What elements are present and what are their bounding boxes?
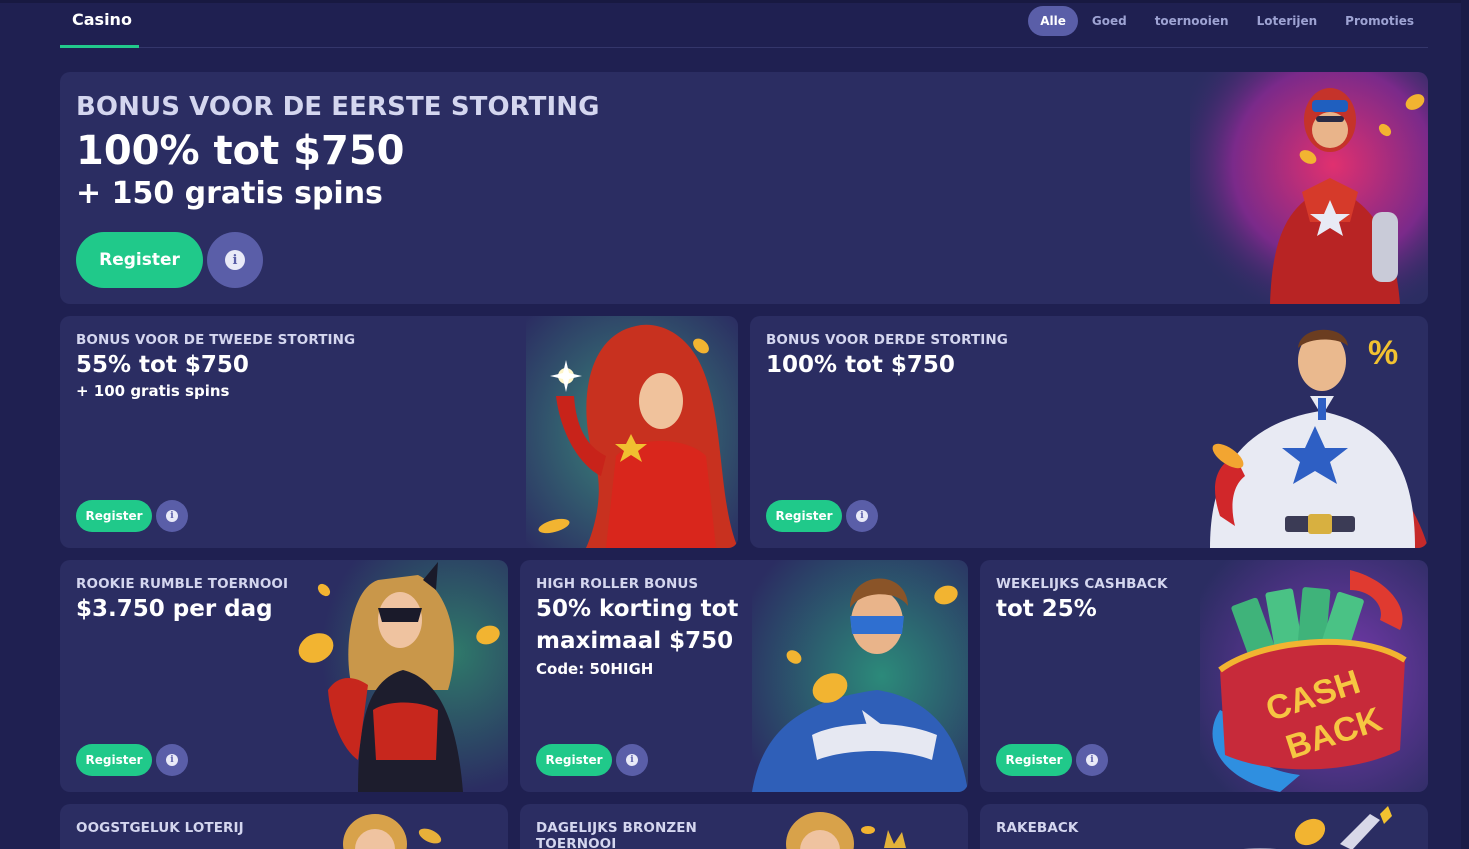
info-icon: i <box>626 754 638 766</box>
active-tab-indicator <box>60 45 139 48</box>
masked-hero-art <box>752 560 968 792</box>
card-category: OOGSTGELUK LOTERIJ <box>76 820 244 836</box>
register-button[interactable]: Register <box>536 744 612 776</box>
card-title: 55% tot $750 <box>76 352 249 378</box>
info-icon: i <box>225 250 245 270</box>
card-title: $3.750 per dag <box>76 596 273 622</box>
card-category: HIGH ROLLER BONUS <box>536 576 699 592</box>
first-deposit-bonus-card: BONUS VOOR DE EERSTE STORTING 100% tot $… <box>60 72 1428 304</box>
filter-tabs: Alle Goed toernooien Loterijen Promoties <box>1028 6 1428 36</box>
hero-white-suit-art: % <box>1190 316 1428 548</box>
info-button[interactable]: i <box>616 744 648 776</box>
card-category: BONUS VOOR DERDE STORTING <box>766 332 1008 348</box>
card-category: ROOKIE RUMBLE TOERNOOI <box>76 576 289 592</box>
daily-bronze-tournament-card: DAGELIJKS BRONZEN TOERNOOI <box>520 804 968 849</box>
second-deposit-bonus-card: BONUS VOOR DE TWEEDE STORTING 55% tot $7… <box>60 316 738 548</box>
weekly-cashback-card: WEKELIJKS CASHBACK tot 25% Register i CA… <box>980 560 1428 792</box>
percent-badge: % <box>1368 334 1398 372</box>
card-category: BONUS VOOR DE TWEEDE STORTING <box>76 332 356 348</box>
filter-goed[interactable]: Goed <box>1078 6 1141 36</box>
cashback-wallet-art: CASH BACK <box>1200 560 1428 792</box>
info-icon: i <box>166 754 178 766</box>
rakeback-card: RAKEBACK <box>980 804 1428 849</box>
masked-heroine-art <box>288 560 508 792</box>
card-title-line2: maximaal $750 <box>536 628 734 654</box>
card-title: 100% tot $750 <box>76 128 405 174</box>
scrollbar-track[interactable] <box>1461 0 1469 849</box>
high-roller-bonus-card: HIGH ROLLER BONUS 50% korting tot maxima… <box>520 560 968 792</box>
card-category: RAKEBACK <box>996 820 1079 836</box>
info-icon: i <box>1086 754 1098 766</box>
register-button[interactable]: Register <box>76 744 152 776</box>
filter-loterijen[interactable]: Loterijen <box>1243 6 1332 36</box>
register-button[interactable]: Register <box>766 500 842 532</box>
card-subtitle: + 100 gratis spins <box>76 382 230 400</box>
card-subtitle: + 150 gratis spins <box>76 176 383 211</box>
filter-toernooien[interactable]: toernooien <box>1141 6 1243 36</box>
promo-code: Code: 50HIGH <box>536 660 654 678</box>
superhero-art <box>1190 72 1428 304</box>
card-category: WEKELIJKS CASHBACK <box>996 576 1168 592</box>
card-category: BONUS VOOR DE EERSTE STORTING <box>76 92 600 122</box>
info-button[interactable]: i <box>207 232 263 288</box>
category-header: Casino Alle Goed toernooien Loterijen Pr… <box>60 0 1428 48</box>
tournament-art <box>760 804 968 849</box>
card-category-line1: DAGELIJKS BRONZEN <box>536 820 697 836</box>
casino-tab-title[interactable]: Casino <box>72 10 132 29</box>
info-button[interactable]: i <box>846 500 878 532</box>
card-category-line2: TOERNOOI <box>536 836 617 849</box>
register-button[interactable]: Register <box>996 744 1072 776</box>
info-icon: i <box>166 510 178 522</box>
heroine-art <box>526 316 738 548</box>
info-button[interactable]: i <box>156 500 188 532</box>
third-deposit-bonus-card: BONUS VOOR DERDE STORTING 100% tot $750 … <box>750 316 1428 548</box>
harvest-lottery-card: OOGSTGELUK LOTERIJ <box>60 804 508 849</box>
card-title-line1: 50% korting tot <box>536 596 739 622</box>
register-button[interactable]: Register <box>76 232 203 288</box>
info-icon: i <box>856 510 868 522</box>
rookie-rumble-tournament-card: ROOKIE RUMBLE TOERNOOI $3.750 per dag Re… <box>60 560 508 792</box>
info-button[interactable]: i <box>156 744 188 776</box>
filter-promoties[interactable]: Promoties <box>1331 6 1428 36</box>
info-button[interactable]: i <box>1076 744 1108 776</box>
filter-alle[interactable]: Alle <box>1028 6 1078 36</box>
card-title: tot 25% <box>996 596 1097 622</box>
card-title: 100% tot $750 <box>766 352 955 378</box>
register-button[interactable]: Register <box>76 500 152 532</box>
rakeback-art <box>1230 804 1428 849</box>
lottery-art <box>330 804 508 849</box>
